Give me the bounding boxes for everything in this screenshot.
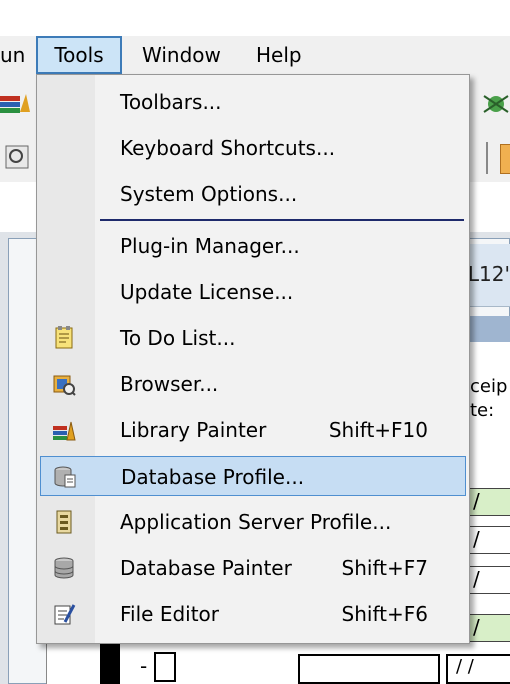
grid-cell[interactable]: / [466,566,510,594]
menu-bar: un Tools Window Help [0,36,510,74]
menu-item-shortcut: Shift+F6 [341,602,428,626]
browser-icon [53,375,76,396]
app-server-profile-icon [56,510,72,534]
menu-item-application-server-profile[interactable]: Application Server Profile... [38,502,468,542]
file-editor-icon [54,604,76,625]
painter-title: L12' [467,262,510,286]
menu-item-todo-list[interactable]: To Do List... [38,318,468,358]
menu-item-label: Application Server Profile... [120,510,392,534]
menu-item-library-painter[interactable]: Library Painter Shift+F10 [38,410,468,450]
menu-item-shortcut: Shift+F10 [328,418,428,442]
menu-item-plugin-manager[interactable]: Plug-in Manager... [38,226,468,266]
row-marker [100,640,120,684]
database-profile-icon [54,466,76,488]
menu-item-label: Database Profile... [121,465,305,489]
grid-cell[interactable]: / [466,526,510,554]
menu-window[interactable]: Window [142,36,221,74]
form-label-date: te: [470,400,495,421]
menu-item-browser[interactable]: Browser... [38,364,468,404]
text-field[interactable] [298,654,440,684]
grid-cell[interactable]: / [466,488,510,516]
dash-label: - [140,654,148,678]
library-icon[interactable] [0,90,30,120]
date-field[interactable]: / / [446,654,510,684]
menu-item-label: Database Painter [120,556,292,580]
menu-tools[interactable]: Tools [36,36,122,74]
menu-item-file-editor[interactable]: File Editor Shift+F6 [38,594,468,634]
menu-item-toolbars[interactable]: Toolbars... [38,82,468,122]
menu-help[interactable]: Help [256,36,302,74]
menu-item-label: Library Painter [120,418,267,442]
menu-item-system-options[interactable]: System Options... [38,174,468,214]
menu-item-database-profile[interactable]: Database Profile... [40,456,466,496]
menu-item-label: Plug-in Manager... [120,234,300,258]
form-label-receipt: ceip [470,376,508,397]
menu-item-update-license[interactable]: Update License... [38,272,468,312]
menu-item-database-painter[interactable]: Database Painter Shift+F7 [38,548,468,588]
library-painter-icon [53,421,76,441]
menu-item-label: Toolbars... [120,90,222,114]
menu-item-label: Browser... [120,372,219,396]
menu-separator [100,219,464,221]
toolbar-divider [486,142,488,174]
menu-item-label: File Editor [120,602,220,626]
checkbox[interactable] [154,652,176,682]
menu-item-shortcut: Shift+F7 [341,556,428,580]
preview-icon[interactable] [4,144,32,172]
menu-item-label: Update License... [120,280,294,304]
menu-item-label: To Do List... [120,326,236,350]
menu-item-keyboard-shortcuts[interactable]: Keyboard Shortcuts... [38,128,468,168]
menu-run[interactable]: un [0,36,30,74]
menu-item-label: Keyboard Shortcuts... [120,136,336,160]
debug-icon[interactable] [482,88,510,118]
database-painter-icon [54,557,74,579]
toolbar-icon-partial[interactable] [500,144,510,174]
menu-item-label: System Options... [120,182,298,206]
grid-cell[interactable]: / [466,614,510,642]
todo-list-icon [55,326,73,349]
